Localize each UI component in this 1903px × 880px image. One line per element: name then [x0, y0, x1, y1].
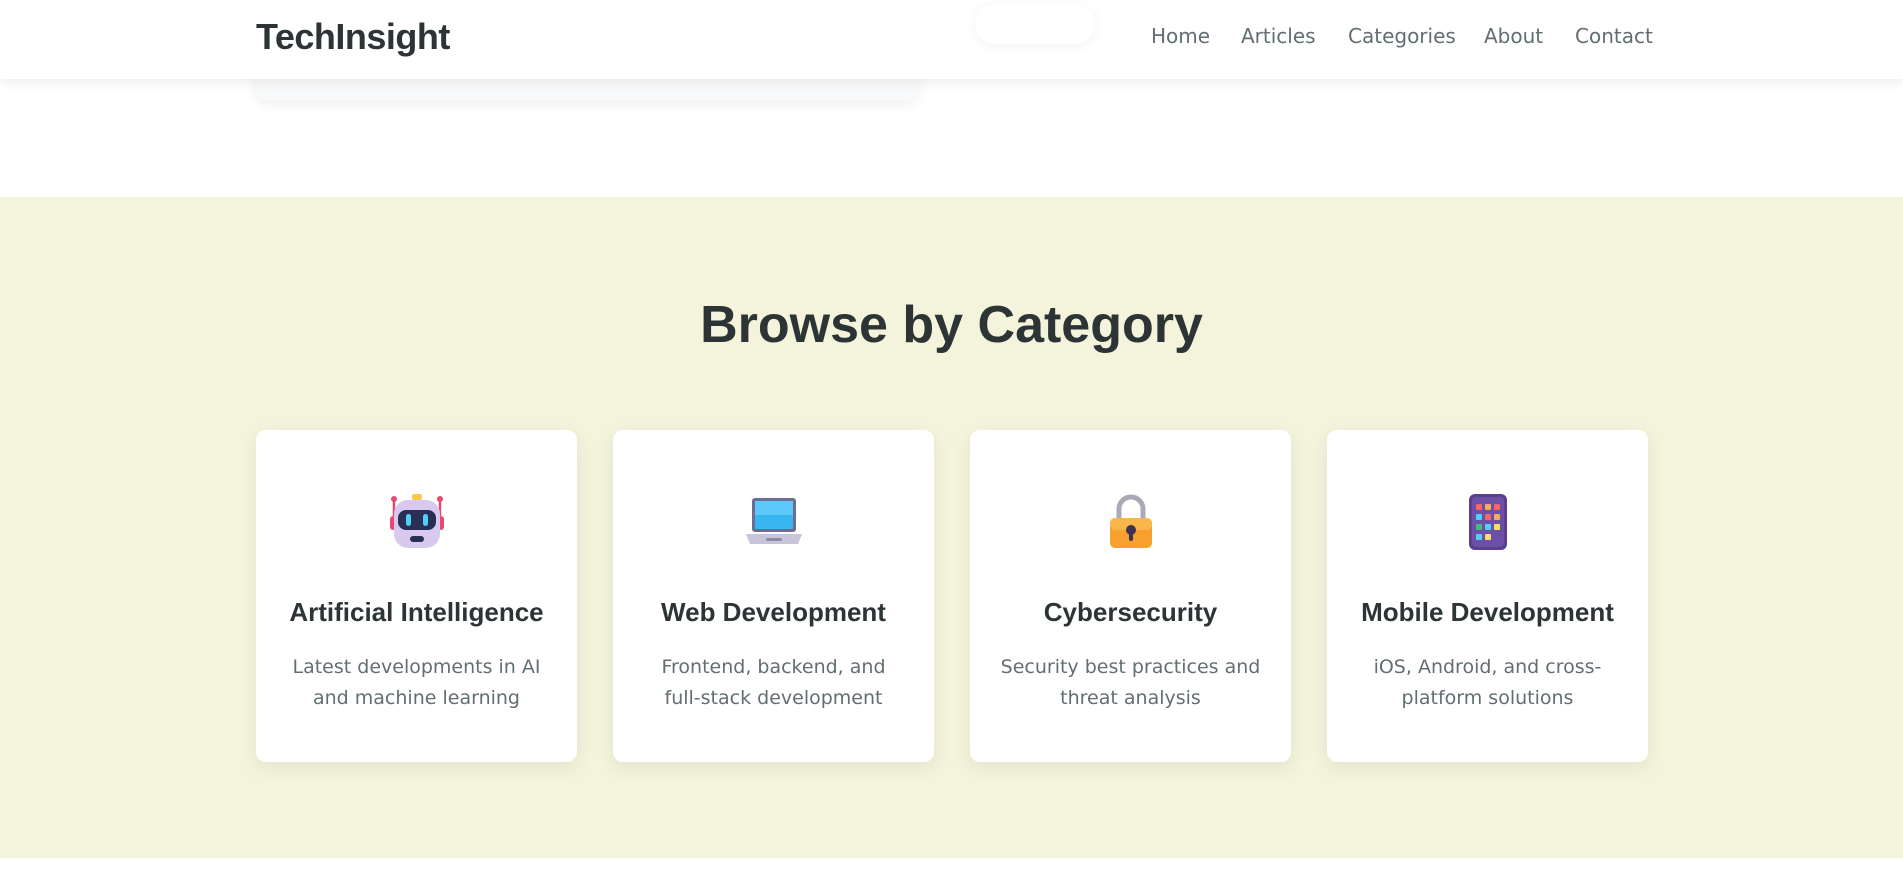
category-card-web-development[interactable]: Web Development Frontend, backend, and f…: [613, 430, 934, 762]
category-title: Cybersecurity: [1043, 597, 1218, 627]
category-description: iOS, Android, and cross-platform solutio…: [1373, 656, 1602, 709]
nav-about[interactable]: About: [1484, 24, 1543, 48]
category-card-ai[interactable]: Artificial Intelligence Latest developme…: [256, 430, 577, 762]
category-card-mobile-development[interactable]: Mobile Development iOS, Android, and cro…: [1327, 430, 1648, 762]
laptop-icon: [746, 498, 802, 544]
category-title: Mobile Development: [1361, 597, 1614, 627]
lock-icon: [1110, 494, 1152, 548]
category-description: Security best practices and threat analy…: [1000, 656, 1261, 709]
mobile-phone-icon: [1469, 494, 1507, 550]
category-card-cybersecurity[interactable]: Cybersecurity Security best practices an…: [970, 430, 1291, 762]
category-title: Web Development: [661, 597, 886, 627]
categories-section: Browse by Category Artificial Intelligen…: [0, 197, 1903, 858]
site-header: TechInsight Home Articles Categories Abo…: [0, 0, 1903, 79]
category-title: Artificial Intelligence: [289, 597, 544, 627]
nav-home[interactable]: Home: [1151, 24, 1210, 48]
category-description: Latest developments in AI and machine le…: [292, 656, 541, 709]
nav-contact[interactable]: Contact: [1575, 24, 1653, 48]
category-description: Frontend, backend, and full-stack develo…: [661, 656, 886, 709]
robot-icon: [390, 494, 444, 548]
nav-articles[interactable]: Articles: [1241, 24, 1316, 48]
nav-categories[interactable]: Categories: [1348, 24, 1456, 48]
section-title: Browse by Category: [700, 296, 1203, 354]
main-nav: Home Articles Categories About Contact: [0, 24, 1903, 54]
